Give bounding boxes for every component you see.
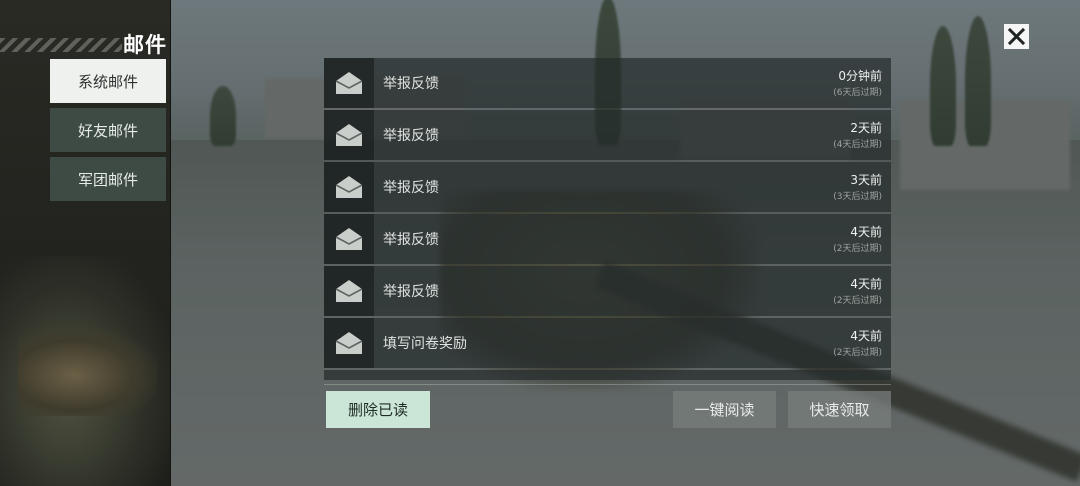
envelope-icon (324, 162, 374, 212)
mail-item[interactable]: 举报反馈 3天前 (3天后过期) (324, 162, 891, 212)
tab-friend-mail[interactable]: 好友邮件 (50, 108, 166, 152)
delete-read-button[interactable]: 删除已读 (326, 391, 430, 428)
mail-time: 3天前 (850, 173, 882, 187)
mail-item-partial[interactable] (324, 370, 891, 380)
mail-subject: 举报反馈 (383, 232, 439, 248)
read-all-button[interactable]: 一键阅读 (673, 391, 776, 428)
mail-item[interactable]: 举报反馈 4天前 (2天后过期) (324, 214, 891, 264)
mail-subject: 举报反馈 (383, 180, 439, 196)
envelope-icon (324, 318, 374, 368)
tab-system-mail[interactable]: 系统邮件 (50, 59, 166, 103)
close-button[interactable] (1004, 24, 1029, 49)
mail-sidebar: 邮件 系统邮件 好友邮件 军团邮件 (0, 0, 171, 486)
mail-subject: 举报反馈 (383, 284, 439, 300)
mail-item[interactable]: 举报反馈 0分钟前 (6天后过期) (324, 58, 891, 108)
tab-label: 系统邮件 (77, 72, 138, 91)
mail-subject: 举报反馈 (383, 76, 439, 92)
mail-expiry: (4天后过期) (833, 140, 882, 150)
button-label: 一键阅读 (694, 401, 755, 419)
mail-item[interactable]: 举报反馈 2天前 (4天后过期) (324, 110, 891, 160)
mail-item[interactable]: 填写问卷奖励 4天前 (2天后过期) (324, 318, 891, 368)
mail-expiry: (2天后过期) (833, 296, 882, 306)
mail-expiry: (2天后过期) (833, 348, 882, 358)
list-divider (324, 384, 891, 385)
title-stripe-decoration (0, 38, 122, 52)
mail-time: 2天前 (850, 121, 882, 135)
tab-label: 军团邮件 (77, 170, 138, 189)
mail-subject: 举报反馈 (383, 128, 439, 144)
mail-expiry: (3天后过期) (833, 192, 882, 202)
mail-time: 0分钟前 (838, 69, 882, 83)
envelope-icon (324, 214, 374, 264)
close-icon (1008, 28, 1025, 45)
button-label: 快速领取 (809, 401, 870, 419)
envelope-icon (324, 58, 374, 108)
mail-expiry: (2天后过期) (833, 244, 882, 254)
tab-label: 好友邮件 (77, 121, 138, 140)
mail-time: 4天前 (850, 329, 882, 343)
quick-collect-button[interactable]: 快速领取 (788, 391, 891, 428)
tab-legion-mail[interactable]: 军团邮件 (50, 157, 166, 201)
mail-time: 4天前 (850, 277, 882, 291)
envelope-icon (324, 110, 374, 160)
page-title: 邮件 (123, 33, 167, 57)
mail-expiry: (6天后过期) (833, 88, 882, 98)
mail-item[interactable]: 举报反馈 4天前 (2天后过期) (324, 266, 891, 316)
mail-time: 4天前 (850, 225, 882, 239)
mail-list[interactable]: 举报反馈 0分钟前 (6天后过期) 举报反馈 2天前 (4天后过期) 举报反馈 … (324, 58, 891, 380)
button-label: 删除已读 (347, 401, 408, 419)
envelope-icon (324, 266, 374, 316)
mail-subject: 填写问卷奖励 (383, 336, 467, 352)
